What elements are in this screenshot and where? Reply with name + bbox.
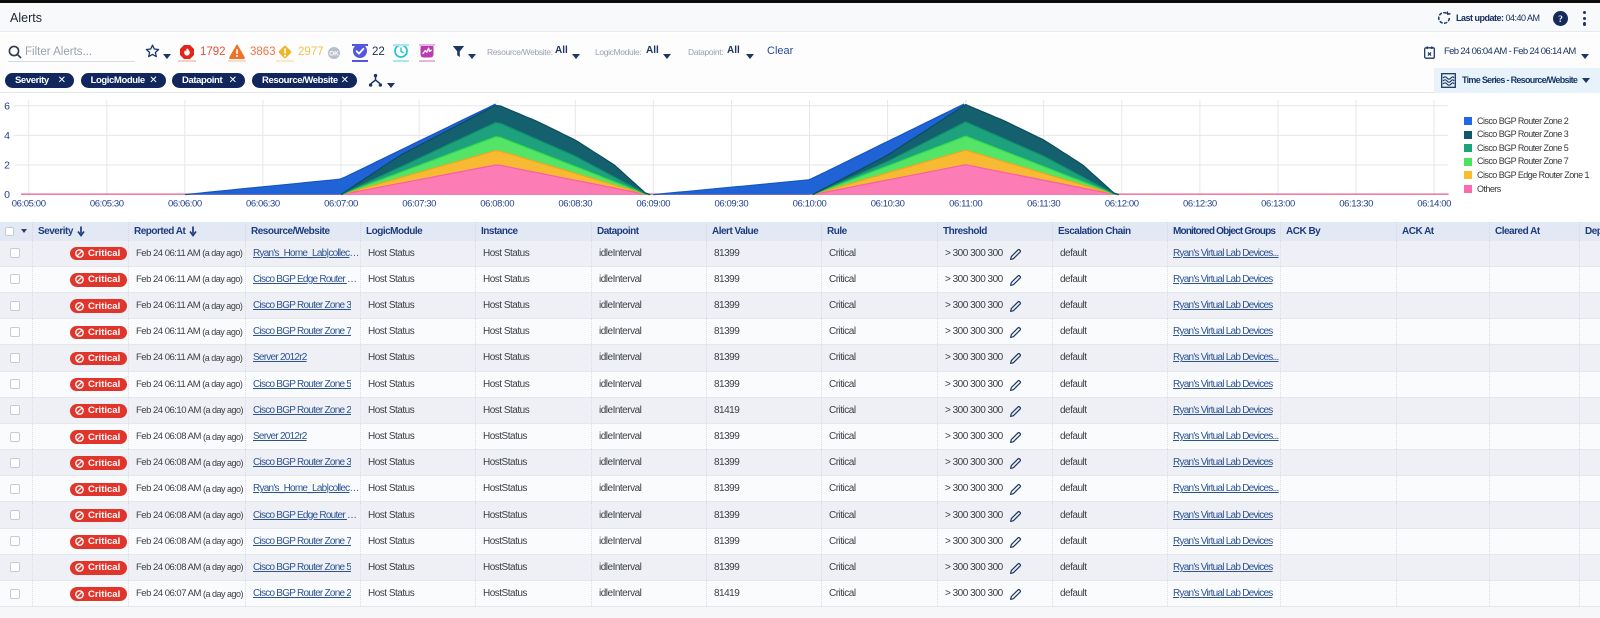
svg-text:06:13:30: 06:13:30 bbox=[1339, 199, 1373, 210]
svg-text:06:12:00: 06:12:00 bbox=[1105, 199, 1139, 210]
svg-text:6: 6 bbox=[4, 100, 10, 112]
svg-text:06:14:00: 06:14:00 bbox=[1417, 199, 1451, 210]
svg-text:06:09:30: 06:09:30 bbox=[715, 199, 749, 210]
svg-text:06:10:00: 06:10:00 bbox=[793, 199, 827, 210]
svg-text:06:05:30: 06:05:30 bbox=[90, 199, 124, 210]
svg-text:06:08:30: 06:08:30 bbox=[558, 199, 592, 210]
svg-text:06:06:30: 06:06:30 bbox=[246, 199, 280, 210]
svg-text:06:07:00: 06:07:00 bbox=[324, 199, 358, 210]
svg-text:4: 4 bbox=[4, 130, 10, 142]
svg-text:?: ? bbox=[1558, 15, 1563, 25]
svg-text:06:07:30: 06:07:30 bbox=[402, 199, 436, 210]
svg-text:06:09:00: 06:09:00 bbox=[636, 199, 670, 210]
svg-text:06:06:00: 06:06:00 bbox=[168, 199, 202, 210]
svg-text:06:10:30: 06:10:30 bbox=[871, 199, 905, 210]
svg-text:06:05:00: 06:05:00 bbox=[12, 199, 46, 210]
svg-text:06:08:00: 06:08:00 bbox=[480, 199, 514, 210]
svg-text:2: 2 bbox=[4, 160, 10, 172]
svg-text:0: 0 bbox=[4, 189, 10, 201]
svg-text:06:11:30: 06:11:30 bbox=[1027, 199, 1060, 210]
svg-text:06:13:00: 06:13:00 bbox=[1261, 199, 1295, 210]
svg-text:OK: OK bbox=[329, 51, 339, 58]
svg-text:06:11:00: 06:11:00 bbox=[949, 199, 982, 210]
svg-text:06:12:30: 06:12:30 bbox=[1183, 199, 1217, 210]
